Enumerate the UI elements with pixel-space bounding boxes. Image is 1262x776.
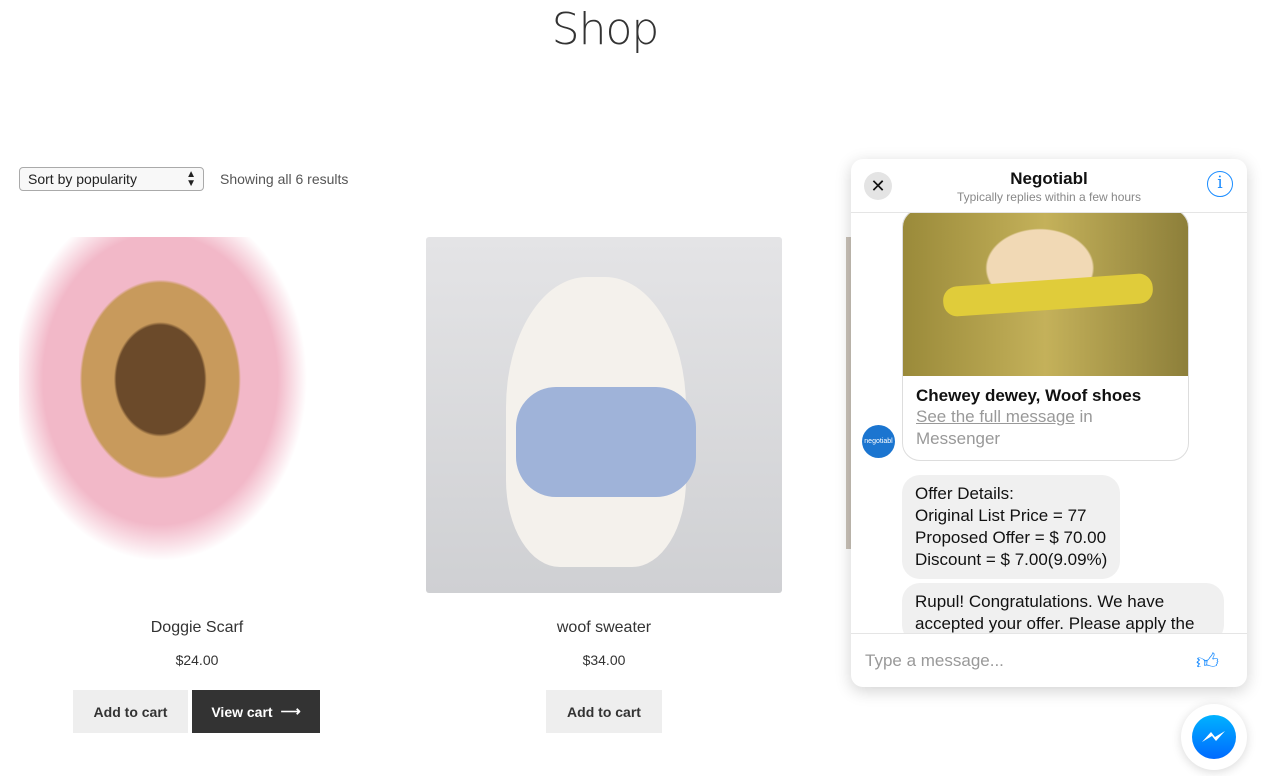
thumbs-up-icon[interactable]: 👍︎ <box>1196 648 1219 675</box>
product-price: $34.00 <box>582 652 626 668</box>
messenger-button[interactable] <box>1181 704 1247 770</box>
page-title: Shop <box>551 4 660 55</box>
sort-select[interactable]: Sort by popularity ▲ ▼ <box>19 167 204 191</box>
message-bubble: Rupul! Congratulations. We have accepted… <box>902 583 1224 633</box>
message-line: accepted your offer. Please apply the <box>915 614 1195 633</box>
product-name[interactable]: woof sweater <box>426 619 782 637</box>
message-input[interactable]: Type a message... 👍︎ <box>851 633 1247 687</box>
sort-value: Sort by popularity <box>28 171 137 187</box>
select-arrows-icon: ▲ ▼ <box>186 169 196 189</box>
message-line: Original List Price = 77 <box>915 506 1087 525</box>
close-icon[interactable]: ✕ <box>864 172 892 200</box>
chat-messages[interactable]: negotiabl Chewey dewey, Woof shoes See t… <box>851 213 1247 633</box>
messenger-chat-window: ✕ Negotiabl Typically replies within a f… <box>851 159 1247 687</box>
chat-header: ✕ Negotiabl Typically replies within a f… <box>851 159 1247 213</box>
info-icon[interactable]: i <box>1207 171 1233 197</box>
messenger-icon <box>1192 715 1236 759</box>
product-price: $24.00 <box>175 652 219 668</box>
chat-name: Negotiabl <box>1010 169 1088 188</box>
result-count: Showing all 6 results <box>220 171 349 187</box>
arrow-right-icon: ⟶ <box>280 703 301 719</box>
message-line: Rupul! Congratulations. We have <box>915 592 1165 611</box>
message-card[interactable]: Chewey dewey, Woof shoes See the full me… <box>902 213 1189 461</box>
add-to-cart-button[interactable]: Add to cart <box>73 690 188 733</box>
view-cart-label: View cart <box>211 703 273 720</box>
product-image-doggie-scarf[interactable] <box>19 237 333 593</box>
message-placeholder: Type a message... <box>865 651 1004 670</box>
full-message-link[interactable]: See the full message <box>916 407 1075 426</box>
add-to-cart-button[interactable]: Add to cart <box>546 690 662 733</box>
message-line: Discount = $ 7.00(9.09%) <box>915 550 1108 569</box>
message-bubble: Offer Details: Original List Price = 77 … <box>902 475 1121 579</box>
chat-subtitle: Typically replies within a few hours <box>956 190 1142 204</box>
avatar: negotiabl <box>862 425 895 458</box>
message-line: Proposed Offer = $ 70.00 <box>915 528 1107 547</box>
product-image-woof-sweater[interactable] <box>426 237 782 593</box>
card-title: Chewey dewey, Woof shoes <box>916 386 1142 405</box>
product-name[interactable]: Doggie Scarf <box>19 619 375 637</box>
view-cart-button[interactable]: View cart ⟶ <box>192 690 320 733</box>
message-line: Offer Details: <box>915 484 1014 503</box>
